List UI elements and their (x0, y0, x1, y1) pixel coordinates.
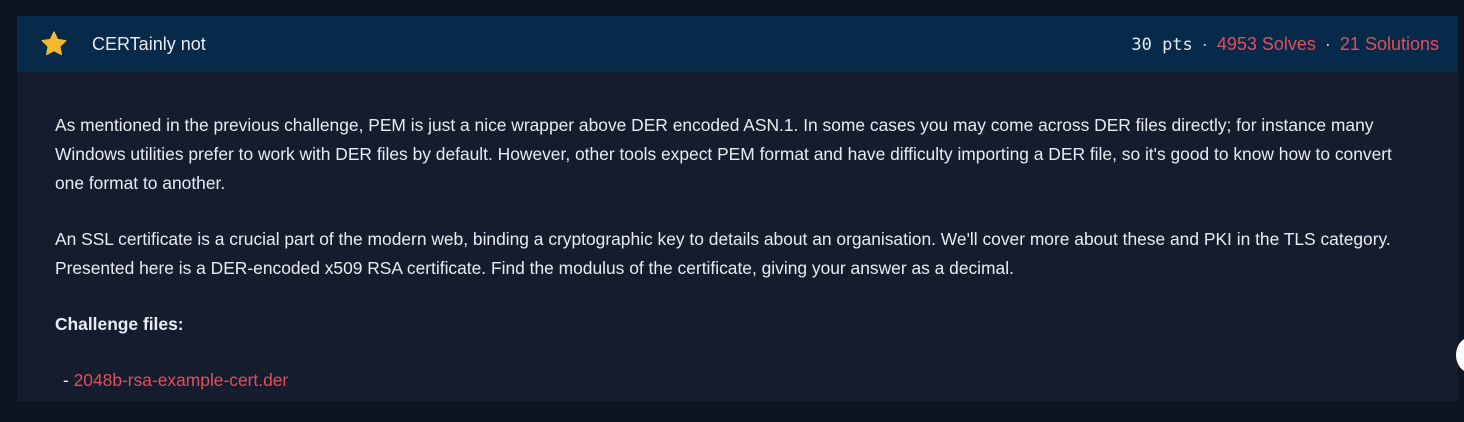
description-paragraph-1: As mentioned in the previous challenge, … (55, 115, 1392, 193)
file-download-link[interactable]: 2048b-rsa-example-cert.der (74, 370, 289, 390)
separator: · (1201, 34, 1208, 54)
challenge-header[interactable]: CERTainly not 30 pts · 4953 Solves · 21 … (17, 16, 1458, 72)
file-list-item: - 2048b-rsa-example-cert.der (55, 366, 1425, 395)
points-label: 30 pts (1131, 35, 1193, 55)
challenge-title: CERTainly not (92, 34, 206, 54)
challenge-files-heading: Challenge files: (55, 314, 184, 334)
solutions-link[interactable]: 21 Solutions (1340, 34, 1439, 54)
star-icon[interactable] (40, 30, 68, 58)
challenge-description: As mentioned in the previous challenge, … (55, 111, 1425, 422)
challenge-panel: CERTainly not 30 pts · 4953 Solves · 21 … (17, 16, 1458, 401)
separator: · (1324, 34, 1331, 54)
description-paragraph-2: An SSL certificate is a crucial part of … (55, 229, 1391, 278)
challenge-meta: 30 pts · 4953 Solves · 21 Solutions (1131, 16, 1439, 73)
solves-link[interactable]: 4953 Solves (1217, 34, 1316, 54)
list-bullet: - (63, 370, 69, 390)
